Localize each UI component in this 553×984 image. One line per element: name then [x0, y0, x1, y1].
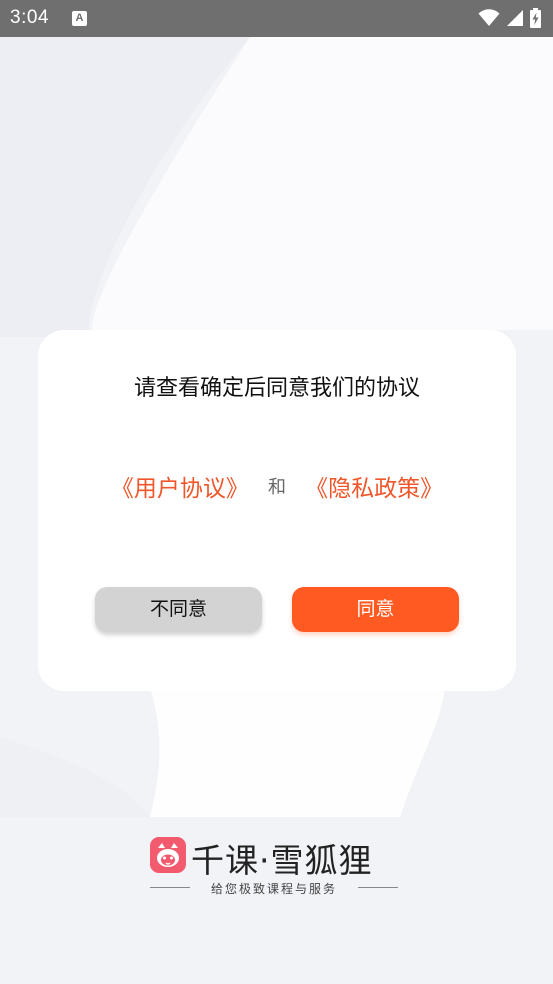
slogan-divider-right [358, 887, 398, 888]
agree-button[interactable]: 同意 [292, 587, 459, 632]
battery-charging-icon [530, 8, 541, 28]
brand-name: 千课·雪狐狸 [191, 841, 373, 880]
dialog-title: 请查看确定后同意我们的协议 [133, 376, 420, 401]
agreement-dialog: 请查看确定后同意我们的协议 《用户协议》 和 《隐私政策》 不同意 同意 [38, 330, 516, 691]
wifi-icon [478, 9, 500, 26]
disagree-button[interactable]: 不同意 [95, 587, 262, 632]
and-text: 和 [268, 477, 286, 498]
text-a-icon: A [72, 11, 87, 26]
status-time: 3:04 [10, 7, 49, 28]
privacy-policy-link[interactable]: 《隐私政策》 [305, 476, 443, 502]
brand-slogan-row: 给您极致课程与服务 [150, 880, 398, 896]
status-icons [478, 7, 541, 29]
signal-icon [507, 10, 523, 26]
brand-footer: 千课·雪狐狸 给您极致课程与服务 [0, 836, 553, 906]
agreement-links-row: 《用户协议》 和 《隐私政策》 [38, 469, 516, 503]
status-bar: 3:04 A [0, 0, 553, 37]
user-agreement-link[interactable]: 《用户协议》 [111, 476, 249, 502]
fox-logo-icon [150, 837, 186, 873]
brand-slogan: 给您极致课程与服务 [210, 882, 337, 896]
